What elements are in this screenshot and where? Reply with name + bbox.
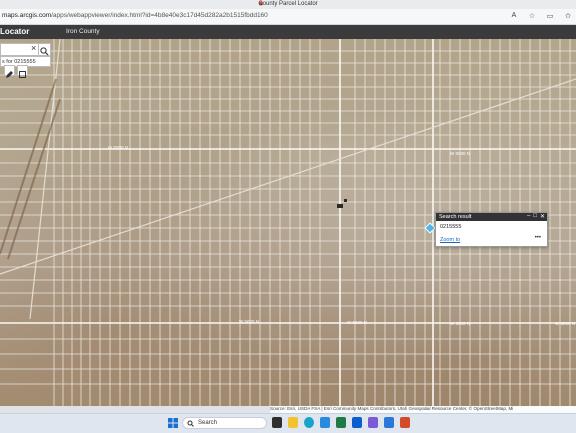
outlook-icon[interactable] xyxy=(352,417,362,428)
url-text[interactable]: maps.arcgis.com/apps/webappviewer/index.… xyxy=(2,12,268,19)
search-input[interactable]: × xyxy=(0,43,40,56)
map-attribution: Source: Esri, USDA FSA | Esri Community … xyxy=(270,406,576,413)
favorites-icon[interactable]: ✩ xyxy=(564,12,572,20)
taskbar-apps xyxy=(272,417,410,428)
structure-mark xyxy=(337,204,343,208)
more-options-button[interactable]: ••• xyxy=(535,235,541,241)
structure-mark xyxy=(344,199,347,202)
favorite-star-icon[interactable]: ☆ xyxy=(528,12,536,20)
address-bar[interactable]: maps.arcgis.com/apps/webappviewer/index.… xyxy=(0,9,576,25)
minimize-icon[interactable]: – xyxy=(527,213,530,220)
file-explorer-icon[interactable] xyxy=(288,417,298,428)
browser-titlebar: County Parcel Locator xyxy=(0,0,576,9)
close-icon[interactable]: ✕ xyxy=(540,213,545,220)
app-subtitle: Iron County xyxy=(66,28,100,35)
task-view-icon[interactable] xyxy=(272,417,282,428)
store-icon[interactable] xyxy=(320,417,330,428)
read-aloud-icon[interactable]: A xyxy=(510,12,518,20)
address-bar-icons: A ☆ ▭ ✩ xyxy=(510,12,572,20)
popup-value: 0215555 xyxy=(440,224,462,230)
zoom-to-link[interactable]: Zoom to xyxy=(440,237,460,243)
layers-icon xyxy=(19,71,26,78)
road-label: W 5000 N xyxy=(347,320,368,325)
word-icon[interactable] xyxy=(384,417,394,428)
url-host: maps.arcgis.com xyxy=(2,12,52,19)
popup-header: Search result – □ ✕ xyxy=(436,213,547,221)
taskbar-search-label: Search xyxy=(198,420,218,426)
window-title: County Parcel Locator xyxy=(258,1,318,7)
layer-list-button[interactable] xyxy=(17,65,28,78)
road-label: W 5000 N xyxy=(450,321,471,326)
road-label: W 5000 N xyxy=(555,321,576,326)
edge-browser-icon[interactable] xyxy=(304,417,314,428)
app-header: Locator Iron County xyxy=(0,25,576,39)
pencil-icon xyxy=(6,71,13,78)
clear-search-icon[interactable]: × xyxy=(31,43,36,53)
windows-start-icon[interactable] xyxy=(168,418,178,428)
url-path: /apps/webappviewer/index.html?id=4b8e40e… xyxy=(51,12,268,19)
teams-icon[interactable] xyxy=(368,417,378,428)
road-label: W 5000 N xyxy=(450,151,471,156)
search-icon xyxy=(187,420,194,427)
road-label: W 5000 N xyxy=(239,319,260,324)
powerpoint-icon[interactable] xyxy=(400,417,410,428)
excel-icon[interactable] xyxy=(336,417,346,428)
road-label: W 5000 N xyxy=(108,145,129,150)
search-button[interactable] xyxy=(38,43,51,56)
taskbar-search[interactable]: Search xyxy=(182,417,267,429)
popup-title: Search result xyxy=(439,214,472,220)
app-title: Locator xyxy=(0,27,30,36)
split-screen-icon[interactable]: ▭ xyxy=(546,12,554,20)
maximize-icon[interactable]: □ xyxy=(533,213,537,220)
search-result-popup: Search result – □ ✕ 0215555 Zoom to ••• xyxy=(435,212,548,247)
taskbar: Search xyxy=(0,413,576,433)
edit-tool-button[interactable] xyxy=(4,65,15,78)
